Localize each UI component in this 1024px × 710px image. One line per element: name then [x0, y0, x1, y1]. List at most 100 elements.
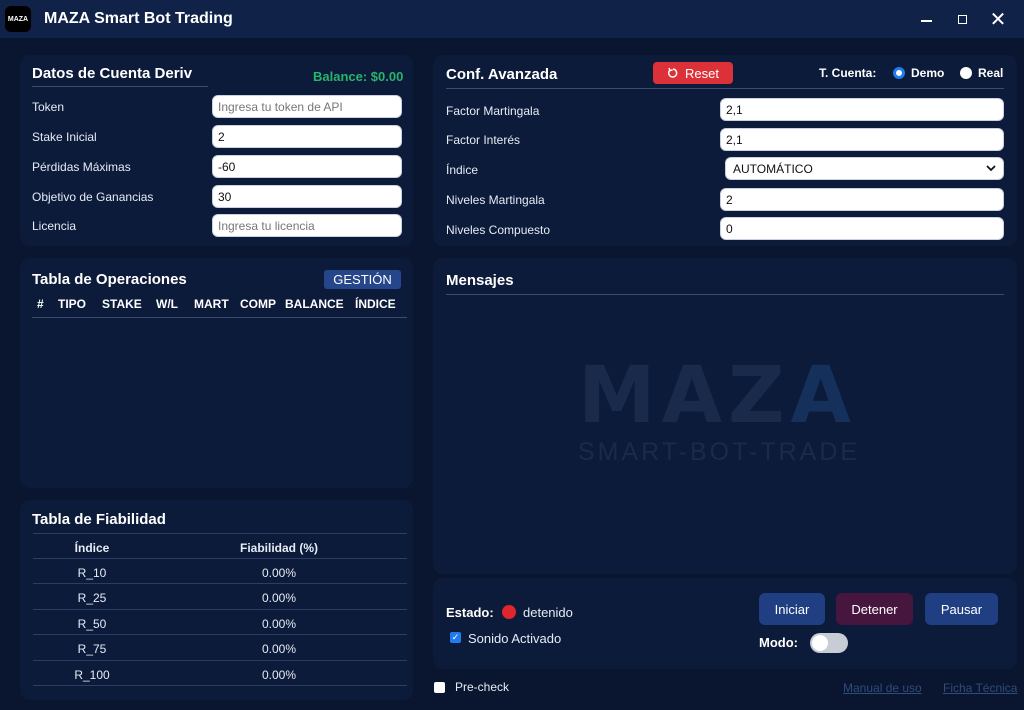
compound-levels-input[interactable] [720, 217, 1004, 240]
token-label: Token [32, 100, 65, 114]
table-row: R_50 0.00% [33, 610, 407, 635]
chevron-down-icon [986, 165, 996, 172]
sound-label: Sonido Activado [468, 631, 562, 646]
radio-demo-label: Demo [911, 66, 945, 80]
gestion-button[interactable]: GESTIÓN [324, 270, 401, 289]
operations-title: Tabla de Operaciones [32, 271, 187, 288]
stake-input[interactable] [212, 125, 402, 148]
martingale-levels-input[interactable] [720, 188, 1004, 211]
minimize-icon [920, 20, 932, 22]
minimize-button[interactable] [908, 0, 944, 38]
table-row: R_75 0.00% [33, 635, 407, 661]
watermark-main-a: MAZ [578, 351, 791, 441]
table-row: R_10 0.00% [33, 559, 407, 584]
app-logo-text: MAZA [7, 15, 29, 23]
close-icon: ✕ [989, 8, 1007, 31]
radio-demo[interactable]: Demo [893, 66, 944, 80]
radio-real[interactable]: Real [960, 66, 1003, 80]
status-label: Estado: [446, 605, 494, 620]
operations-panel [20, 258, 413, 488]
mode-toggle[interactable] [810, 633, 848, 653]
status-value: detenido [523, 605, 573, 620]
license-input[interactable] [212, 214, 402, 237]
profit-goal-label: Objetivo de Ganancias [32, 190, 154, 204]
row-index: R_75 [77, 642, 107, 656]
watermark-main-b: A [790, 351, 857, 441]
reliability-table: Índice Fiabilidad (%) R_10 0.00% R_25 0.… [33, 533, 407, 686]
col-index-header: Índice [74, 541, 110, 555]
account-divider [32, 86, 208, 87]
compound-levels-label: Niveles Compuesto [446, 223, 551, 237]
close-button[interactable]: ✕ [980, 0, 1016, 38]
account-type-label: T. Cuenta: [819, 66, 876, 80]
radio-demo-icon [893, 67, 905, 79]
interest-factor-input[interactable] [720, 128, 1004, 151]
radio-real-label: Real [978, 66, 1004, 80]
row-value: 0.00% [261, 565, 297, 580]
row-index: R_10 [77, 565, 107, 580]
window-title: MAZA Smart Bot Trading [44, 10, 233, 27]
col-reliability-header: Fiabilidad (%) [240, 541, 318, 555]
watermark-logo: MAZA SMART-BOT-TRADE [578, 356, 888, 467]
index-select[interactable]: AUTOMÁTICO [725, 157, 1004, 180]
row-value: 0.00% [261, 616, 297, 631]
precheck-checkbox[interactable] [434, 682, 445, 693]
pause-button[interactable]: Pausar [925, 593, 998, 625]
sound-checkbox[interactable]: ✓ [450, 632, 461, 643]
balance-display: Balance: $0.00 [313, 69, 404, 84]
reset-button[interactable]: Reset [653, 62, 733, 84]
row-value: 0.00% [261, 591, 297, 605]
col-balance: BALANCE [285, 297, 344, 311]
max-loss-label: Pérdidas Máximas [32, 160, 131, 174]
token-input[interactable] [212, 95, 402, 118]
toggle-knob [812, 635, 828, 651]
mode-label: Modo: [759, 635, 798, 650]
maximize-button[interactable] [944, 0, 980, 38]
interest-factor-label: Factor Interés [446, 133, 521, 147]
reset-icon [667, 67, 678, 78]
col-wl: W/L [156, 297, 178, 311]
advanced-divider [446, 88, 1004, 89]
title-bar: MAZA MAZA Smart Bot Trading ✕ [0, 0, 1024, 38]
row-index: R_100 [74, 667, 110, 682]
col-stake: STAKE [102, 297, 142, 311]
status-indicator [502, 605, 516, 619]
start-button[interactable]: Iniciar [759, 593, 825, 625]
row-value: 0.00% [261, 667, 297, 682]
index-select-value: AUTOMÁTICO [733, 161, 813, 176]
martingale-factor-input[interactable] [720, 98, 1004, 121]
messages-title: Mensajes [446, 272, 514, 289]
reset-label: Reset [685, 65, 719, 81]
advanced-title: Conf. Avanzada [446, 66, 558, 83]
table-header: Índice Fiabilidad (%) [33, 533, 407, 559]
index-label: Índice [446, 163, 479, 177]
martingale-levels-label: Niveles Martingala [446, 193, 545, 207]
watermark-sub: SMART-BOT-TRADE [578, 438, 861, 466]
stop-button[interactable]: Detener [836, 593, 913, 625]
precheck-label: Pre-check [455, 680, 510, 694]
watermark-main: MAZA [578, 356, 888, 436]
ficha-link[interactable]: Ficha Técnica [943, 681, 1017, 695]
martingale-factor-label: Factor Martingala [446, 104, 540, 118]
manual-link[interactable]: Manual de uso [843, 681, 922, 695]
col-mart: MART [194, 297, 229, 311]
license-label: Licencia [32, 219, 77, 233]
messages-divider [446, 294, 1004, 295]
account-title: Datos de Cuenta Deriv [32, 65, 193, 82]
row-index: R_50 [77, 616, 107, 631]
col-comp: COMP [240, 297, 276, 311]
account-type-text: T. Cuenta: [819, 66, 877, 80]
app-logo: MAZA [5, 6, 31, 32]
col-index: ÍNDICE [355, 297, 396, 311]
profit-goal-input[interactable] [212, 185, 402, 208]
row-value: 0.00% [261, 642, 297, 656]
maximize-icon [957, 14, 967, 24]
max-loss-input[interactable] [212, 155, 402, 178]
col-type: TIPO [58, 297, 87, 311]
col-number: # [37, 297, 44, 311]
operations-divider [32, 317, 407, 318]
stake-label: Stake Inicial [32, 130, 97, 144]
row-index: R_25 [77, 591, 107, 605]
radio-real-icon [960, 67, 972, 79]
reliability-title: Tabla de Fiabilidad [32, 511, 166, 528]
